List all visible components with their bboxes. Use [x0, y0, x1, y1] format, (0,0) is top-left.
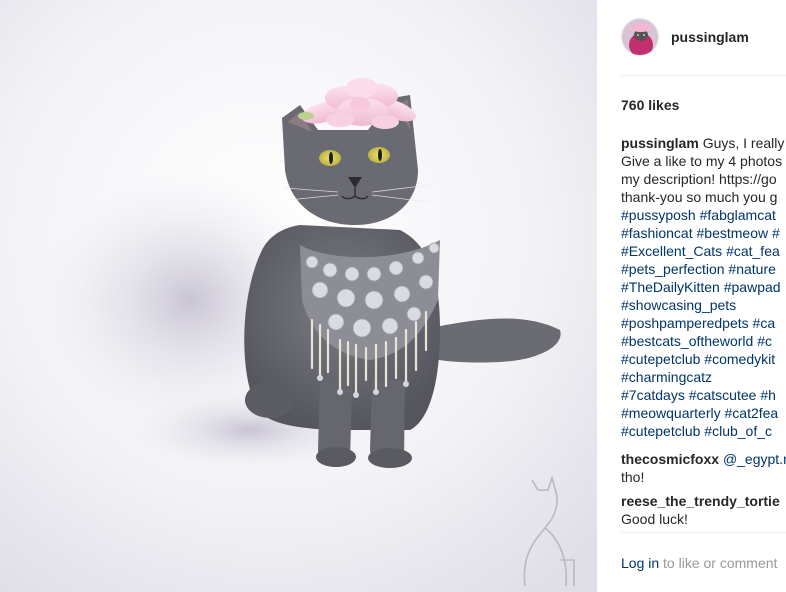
caption-line: #cutepetclub #club_of_c: [621, 422, 786, 440]
post-header: pussinglam: [621, 17, 749, 57]
caption-line: #meowquarterly #cat2fea: [621, 404, 786, 422]
avatar-image: [622, 19, 658, 55]
hashtag-link[interactable]: #c: [757, 333, 772, 349]
caption-line: thank-you so much you g: [621, 188, 786, 206]
footer-divider: [621, 532, 786, 533]
hashtag-link[interactable]: #TheDailyKitten: [621, 279, 720, 295]
post-sidebar: pussinglam 760 likes pussinglam Guys, I …: [597, 0, 786, 592]
comment: thecosmicfoxx @_egypt.n tho!: [621, 450, 786, 486]
caption-text: thank-you so much you g: [621, 189, 778, 205]
caption-username[interactable]: pussinglam: [621, 135, 699, 151]
hashtag-link[interactable]: #comedykit: [704, 351, 775, 367]
caption-line: #cutepetclub #comedykit: [621, 350, 786, 368]
hashtag-link[interactable]: #pets_perfection: [621, 261, 725, 277]
hashtag-link[interactable]: #pawpad: [724, 279, 781, 295]
caption-line: pussinglam Guys, I really: [621, 134, 786, 152]
comment-text: tho!: [621, 469, 645, 485]
caption-line: #fashioncat #bestmeow #: [621, 224, 786, 242]
avatar[interactable]: [621, 18, 659, 56]
post-author-username[interactable]: pussinglam: [671, 29, 749, 45]
header-divider: [621, 75, 786, 76]
hashtag-link[interactable]: #cutepetclub: [621, 351, 700, 367]
cat-in-costume-image: [0, 0, 597, 592]
hashtag-link[interactable]: #club_of_c: [704, 423, 772, 439]
hashtag-link[interactable]: #showcasing_pets: [621, 297, 736, 313]
caption-line: #bestcats_oftheworld #c: [621, 332, 786, 350]
caption-line: #pussyposh #fabglamcat: [621, 206, 786, 224]
hashtag-link[interactable]: #fashioncat: [621, 225, 693, 241]
hashtag-link[interactable]: #cat2fea: [725, 405, 779, 421]
hashtag-link[interactable]: #h: [760, 387, 776, 403]
hashtag-link[interactable]: #poshpamperedpets: [621, 315, 749, 331]
hashtag-link[interactable]: #Excellent_Cats: [621, 243, 722, 259]
hashtag-link[interactable]: #fabglamcat: [700, 207, 776, 223]
hashtag-link[interactable]: #cat_fea: [726, 243, 780, 259]
hashtag-link[interactable]: #bestcats_oftheworld: [621, 333, 753, 349]
hashtag-link[interactable]: #7catdays: [621, 387, 685, 403]
hashtag-link[interactable]: #charmingcatz: [621, 369, 712, 385]
comment-username[interactable]: thecosmicfoxx: [621, 451, 719, 467]
caption-line: Give a like to my 4 photos: [621, 152, 786, 170]
hashtag-link[interactable]: #pussyposh: [621, 207, 696, 223]
post-caption: pussinglam Guys, I really Give a like to …: [621, 134, 786, 440]
caption-line: #pets_perfection #nature: [621, 260, 786, 278]
hashtag-link[interactable]: #bestmeow: [697, 225, 769, 241]
hashtag-link[interactable]: #: [772, 225, 780, 241]
comment-username[interactable]: reese_the_trendy_tortie: [621, 493, 780, 509]
comment-text: Good luck!: [621, 511, 688, 527]
caption-text: my description! https://go: [621, 171, 777, 187]
caption-line: #poshpamperedpets #ca: [621, 314, 786, 332]
caption-line: #charmingcatz: [621, 368, 786, 386]
login-prompt-text: to like or comment: [659, 555, 778, 571]
caption-text: Guys, I really: [702, 135, 785, 151]
hashtag-link[interactable]: #meowquarterly: [621, 405, 721, 421]
caption-text: Give a like to my 4 photos: [621, 153, 783, 169]
comment-mention[interactable]: @_egypt.n: [723, 451, 786, 467]
hashtag-link[interactable]: #cutepetclub: [621, 423, 700, 439]
caption-line: #Excellent_Cats #cat_fea: [621, 242, 786, 260]
login-prompt: Log in to like or comment: [621, 555, 777, 571]
caption-line: my description! https://go: [621, 170, 786, 188]
hashtag-link[interactable]: #ca: [753, 315, 776, 331]
instagram-post-view: pussinglam 760 likes pussinglam Guys, I …: [0, 0, 786, 592]
caption-line: #showcasing_pets: [621, 296, 786, 314]
hashtag-link[interactable]: #nature: [728, 261, 775, 277]
login-link[interactable]: Log in: [621, 555, 659, 571]
caption-line: #TheDailyKitten #pawpad: [621, 278, 786, 296]
caption-line: #7catdays #catscutee #h: [621, 386, 786, 404]
likes-count[interactable]: 760 likes: [621, 97, 679, 113]
hashtag-link[interactable]: #catscutee: [689, 387, 757, 403]
comment: reese_the_trendy_tortie Good luck!: [621, 492, 786, 528]
post-photo[interactable]: [0, 0, 597, 592]
